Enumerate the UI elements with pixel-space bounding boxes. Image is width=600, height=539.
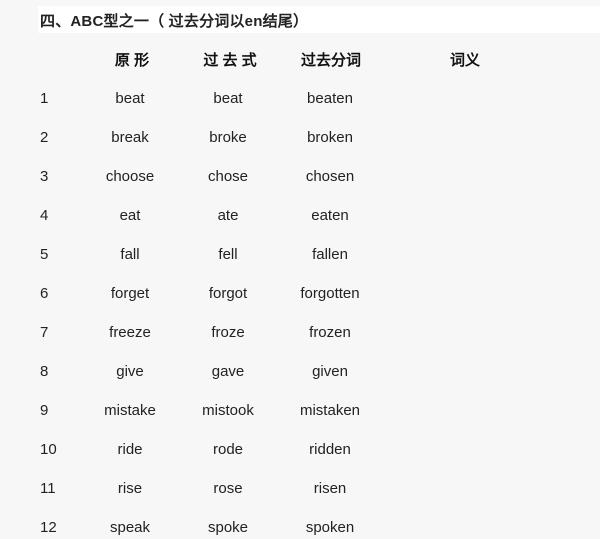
past-participle: ridden [309,441,351,458]
table-row: 4 eat ate eaten [0,207,600,227]
past-tense: fell [218,246,238,263]
past-participle: frozen [309,324,351,341]
base-form: give [116,363,144,380]
past-tense: mistook [202,402,254,419]
past-tense: chose [207,168,249,185]
base-form: beat [115,90,145,107]
table-row: 3 choose chose chosen [0,168,600,188]
base-form: ride [117,441,143,458]
past-tense: beat [213,90,243,107]
header-meaning: 词义 [449,52,481,69]
row-number: 10 [40,441,57,458]
past-participle: mistaken [299,402,361,419]
row-number: 4 [40,207,49,224]
past-participle: given [312,363,348,380]
base-form: mistake [104,402,156,419]
past-participle: eaten [311,207,349,224]
past-tense: gave [211,363,245,380]
row-number: 5 [40,246,49,263]
base-form: freeze [109,324,151,341]
table-row: 7 freeze froze frozen [0,324,600,344]
row-number: 1 [40,90,49,107]
header-past-tense: 过 去 式 [203,52,257,69]
row-number: 9 [40,402,49,419]
past-tense: ate [217,207,239,224]
past-tense: froze [211,324,245,341]
row-number: 6 [40,285,49,302]
table-row: 6 forget forgot forgotten [0,285,600,305]
base-form: rise [117,480,143,497]
past-participle: fallen [312,246,348,263]
row-number: 2 [40,129,49,146]
table-header: 原 形 过 去 式 过去分词 词义 [0,49,600,69]
row-number: 7 [40,324,49,341]
header-past-participle: 过去分词 [300,52,362,69]
table-row: 1 beat beat beaten [0,90,600,110]
header-base-form: 原 形 [114,52,150,69]
base-form: break [111,129,149,146]
row-number: 8 [40,363,49,380]
row-number: 3 [40,168,49,185]
past-participle: forgotten [300,285,360,302]
base-form: eat [119,207,141,224]
base-form: choose [105,168,155,185]
base-form: forget [110,285,150,302]
table-row: 9 mistake mistook mistaken [0,402,600,422]
table-row: 5 fall fell fallen [0,246,600,266]
base-form: fall [120,246,140,263]
past-participle: beaten [307,90,353,107]
table-row: 8 give gave given [0,363,600,383]
past-tense: rose [213,480,243,497]
table-row: 11 rise rose risen [0,480,600,500]
past-tense: broke [209,129,247,146]
section-title: 四、ABC型之一（ 过去分词以en结尾） [40,13,309,30]
row-number: 11 [40,480,56,497]
past-participle: broken [307,129,353,146]
table-row: 2 break broke broken [0,129,600,149]
past-tense: forgot [208,285,248,302]
table-row: 12 speak spoke spoken [0,519,600,539]
past-tense: rode [212,441,244,458]
past-participle: chosen [305,168,355,185]
past-participle: risen [313,480,347,497]
table-row: 10 ride rode ridden [0,441,600,461]
